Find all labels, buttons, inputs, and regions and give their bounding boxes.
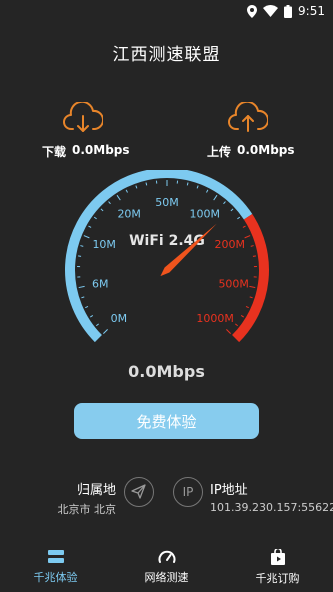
gauge-needle: [160, 223, 217, 277]
page-title: 江西测速联盟: [112, 45, 221, 65]
battery-icon: [284, 4, 293, 18]
cloud-upload-icon[interactable]: [228, 102, 268, 136]
speed-gauge: 0M6M10M20M50M100M200M500M1000M WiFi 2.4G: [65, 170, 269, 343]
gauge-tick: [108, 201, 111, 205]
gauge-tick: [206, 189, 209, 193]
gauge-tick: [240, 315, 244, 318]
upload-value: 0.0Mbps: [237, 143, 295, 157]
gauge-tick: [230, 208, 234, 212]
cloud-download-icon[interactable]: [63, 102, 103, 136]
gauge-tick: [235, 323, 238, 327]
nav-item-gigabit-experience[interactable]: 千兆体验: [0, 543, 111, 592]
gauge-tick: [237, 216, 241, 220]
gauge-tick: [81, 296, 85, 299]
gauge-tick: [90, 315, 94, 318]
gauge-tick: [145, 182, 148, 186]
location-label: 归属地: [76, 483, 116, 498]
gauge-tick: [80, 245, 84, 247]
gauge-tick: [226, 329, 231, 334]
gauge-tick: [250, 245, 254, 247]
download-value: 0.0Mbps: [72, 143, 130, 157]
layers-icon: [47, 550, 64, 563]
gauge-labels: 0M 6M 10M 20M 50M 100M 200M 500M 1000M: [92, 196, 249, 325]
gauge-label: 20M: [117, 208, 141, 221]
gauge-label: 200M: [215, 238, 246, 251]
gauge-tick: [223, 201, 226, 205]
gauge-tick: [249, 296, 253, 299]
gauge-tick: [96, 323, 99, 327]
gauge-tick: [83, 235, 90, 239]
gauge-tick: [93, 216, 97, 220]
gauge-tick: [125, 189, 128, 193]
status-bar: 9:51: [0, 0, 333, 24]
location-info: 归属地 北京市 北京: [54, 479, 117, 517]
gauge-tick: [88, 225, 92, 228]
gauge-tick: [249, 285, 256, 289]
bottom-nav: 千兆体验 网络测速 千兆订购: [0, 543, 333, 592]
gauge-label: 10M: [92, 238, 116, 251]
location-value: 北京市 北京: [57, 503, 117, 516]
gauge-tick: [103, 329, 108, 334]
nav-label: 网络测速: [144, 571, 189, 584]
gauge-tick: [242, 225, 246, 228]
download-label: 下载: [42, 145, 67, 159]
ip-info: IP地址 101.39.230.157:55622: [210, 479, 333, 514]
gauge-label: 500M: [218, 277, 249, 290]
ip-value: 101.39.230.157:55622: [210, 501, 333, 514]
free-trial-button[interactable]: 免费体验: [74, 403, 259, 439]
gauge-tick: [213, 194, 218, 201]
gauge-label: 50M: [155, 196, 179, 209]
ip-icon: IP: [173, 477, 203, 507]
gauge-label: 100M: [190, 208, 221, 221]
speedometer-icon: [158, 550, 175, 563]
gauge-tick: [85, 305, 89, 309]
gauge-tick: [78, 285, 85, 289]
status-time: 9:51: [298, 4, 325, 18]
gauge-label: 1000M: [196, 312, 234, 325]
nav-label: 千兆订购: [255, 572, 300, 585]
nav-item-gigabit-order[interactable]: 千兆订购: [222, 543, 333, 592]
download-stat: 下载 0.0Mbps: [42, 143, 130, 160]
ip-label: IP地址: [210, 483, 248, 498]
gauge-tick: [135, 185, 138, 189]
gauge-tick: [116, 194, 121, 201]
nav-item-speed-test[interactable]: 网络测速: [111, 543, 222, 592]
status-icons: 9:51: [247, 4, 325, 18]
gauge-tick: [245, 305, 249, 309]
gauge-tick: [100, 208, 104, 212]
gauge-tick: [186, 182, 189, 186]
nav-label: 千兆体验: [33, 571, 78, 584]
gauge-tick: [196, 185, 199, 189]
upload-label: 上传: [207, 145, 232, 159]
gauge-tick: [244, 235, 251, 239]
send-icon: [124, 477, 154, 507]
shopping-bag-icon: [270, 549, 285, 565]
location-icon: [247, 4, 258, 18]
upload-stat: 上传 0.0Mbps: [207, 143, 295, 160]
wifi-icon: [263, 5, 279, 17]
current-speed: 0.0Mbps: [128, 362, 205, 381]
gauge-label: 0M: [111, 312, 128, 325]
gauge-label: 6M: [92, 277, 109, 290]
